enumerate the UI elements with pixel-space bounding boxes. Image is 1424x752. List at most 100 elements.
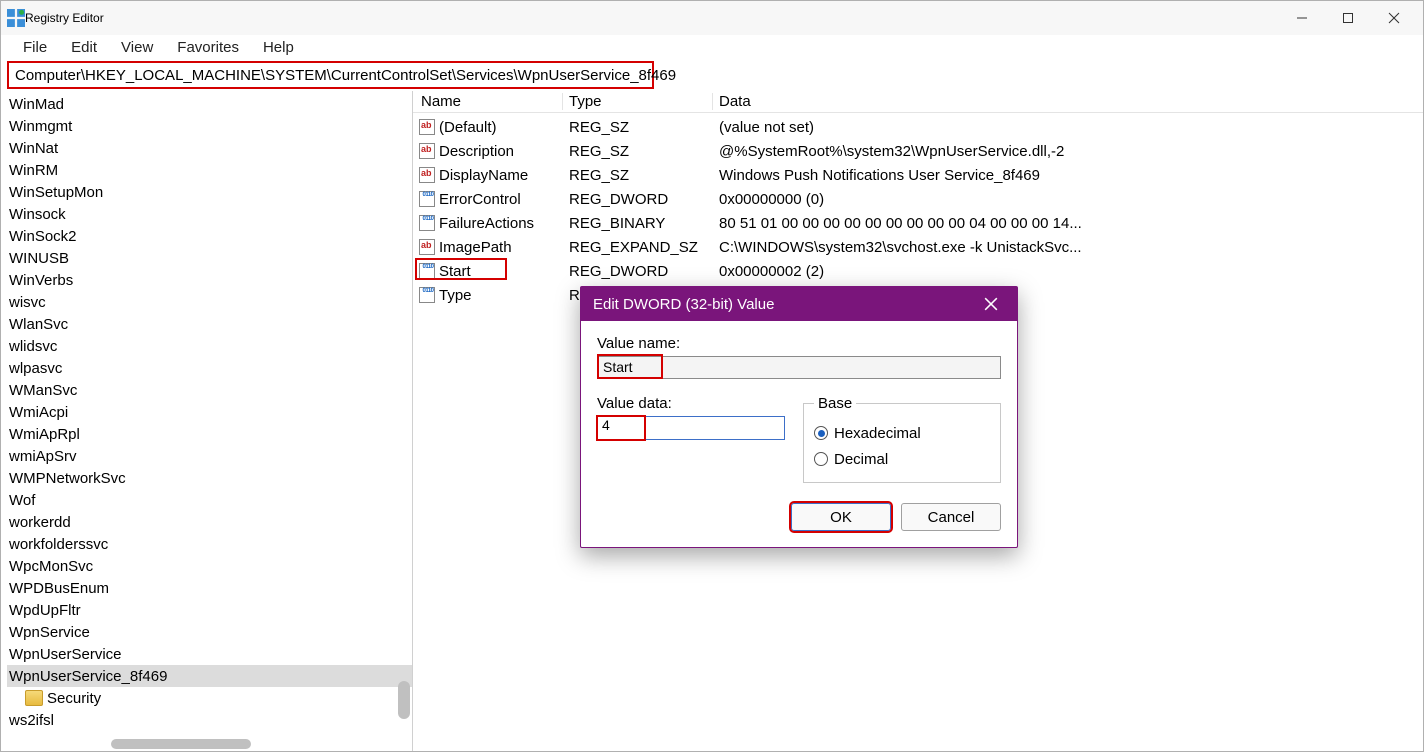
window-controls xyxy=(1279,2,1417,34)
value-name-field[interactable]: Start xyxy=(597,356,1001,379)
tree-item[interactable]: WpnUserService xyxy=(7,643,412,665)
dword-value-icon xyxy=(417,190,437,208)
minimize-button[interactable] xyxy=(1279,2,1325,34)
string-value-icon xyxy=(417,142,437,160)
tree-item[interactable]: wlidsvc xyxy=(7,335,412,357)
list-row[interactable]: ErrorControlREG_DWORD0x00000000 (0) xyxy=(413,187,1423,211)
tree-item[interactable]: WpdUpFltr xyxy=(7,599,412,621)
tree-item[interactable]: WpcMonSvc xyxy=(7,555,412,577)
row-name: ImagePath xyxy=(439,239,563,256)
row-data: @%SystemRoot%\system32\WpnUserService.dl… xyxy=(713,143,1423,160)
tree-item[interactable]: WMPNetworkSvc xyxy=(7,467,412,489)
list-row[interactable]: DescriptionREG_SZ@%SystemRoot%\system32\… xyxy=(413,139,1423,163)
menu-help[interactable]: Help xyxy=(251,37,306,58)
list-row[interactable]: FailureActionsREG_BINARY80 51 01 00 00 0… xyxy=(413,211,1423,235)
string-value-icon xyxy=(417,166,437,184)
radio-dec-row[interactable]: Decimal xyxy=(814,446,990,472)
list-row[interactable]: StartREG_DWORD0x00000002 (2) xyxy=(413,259,1423,283)
base-group: Base Hexadecimal Decimal xyxy=(803,395,1001,483)
tree-horizontal-scrollbar[interactable] xyxy=(111,739,251,749)
tree-item[interactable]: wisvc xyxy=(7,291,412,313)
address-bar[interactable]: Computer\HKEY_LOCAL_MACHINE\SYSTEM\Curre… xyxy=(7,61,654,89)
radio-dec-label: Decimal xyxy=(834,451,888,468)
row-type: REG_BINARY xyxy=(563,215,713,232)
string-value-icon xyxy=(417,238,437,256)
tree-item[interactable]: WManSvc xyxy=(7,379,412,401)
list-row[interactable]: (Default)REG_SZ(value not set) xyxy=(413,115,1423,139)
dialog-close-button[interactable] xyxy=(977,290,1005,318)
menubar: File Edit View Favorites Help xyxy=(1,35,1423,59)
tree-item[interactable]: WlanSvc xyxy=(7,313,412,335)
tree-item[interactable]: Winmgmt xyxy=(7,115,412,137)
tree-item[interactable]: WpnUserService_8f469 xyxy=(7,665,412,687)
dword-value-icon xyxy=(417,214,437,232)
dialog-titlebar: Edit DWORD (32-bit) Value xyxy=(581,287,1017,321)
value-name-label: Value name: xyxy=(597,335,1001,352)
row-type: REG_SZ xyxy=(563,119,713,136)
tree-item[interactable]: workfolderssvc xyxy=(7,533,412,555)
tree-item[interactable]: Wof xyxy=(7,489,412,511)
list-row[interactable]: ImagePathREG_EXPAND_SZC:\WINDOWS\system3… xyxy=(413,235,1423,259)
value-data-label: Value data: xyxy=(597,395,787,412)
dword-value-icon xyxy=(417,286,437,304)
tree-pane[interactable]: WinMadWinmgmtWinNatWinRMWinSetupMonWinso… xyxy=(1,91,413,751)
edit-dword-dialog: Edit DWORD (32-bit) Value Value name: St… xyxy=(580,286,1018,548)
tree-item[interactable]: WinSetupMon xyxy=(7,181,412,203)
base-legend: Base xyxy=(814,395,856,412)
row-type: REG_EXPAND_SZ xyxy=(563,239,713,256)
value-data-field[interactable]: 4 xyxy=(597,416,785,440)
list-header: Name Type Data xyxy=(413,91,1423,113)
tree-item[interactable]: ws2ifsl xyxy=(7,709,412,731)
row-data: (value not set) xyxy=(713,119,1423,136)
row-data: C:\WINDOWS\system32\svchost.exe -k Unist… xyxy=(713,239,1423,256)
list-row[interactable]: DisplayNameREG_SZWindows Push Notificati… xyxy=(413,163,1423,187)
tree-item[interactable]: wmiApSrv xyxy=(7,445,412,467)
titlebar: Registry Editor xyxy=(1,1,1423,35)
maximize-button[interactable] xyxy=(1325,2,1371,34)
tree-item[interactable]: WINUSB xyxy=(7,247,412,269)
row-data: 0x00000002 (2) xyxy=(713,263,1423,280)
tree-item[interactable]: WinRM xyxy=(7,159,412,181)
tree-item[interactable]: Winsock xyxy=(7,203,412,225)
tree-item[interactable]: WinMad xyxy=(7,93,412,115)
row-name: DisplayName xyxy=(439,167,563,184)
tree-item[interactable]: wlpasvc xyxy=(7,357,412,379)
cancel-button[interactable]: Cancel xyxy=(901,503,1001,531)
row-name: (Default) xyxy=(439,119,563,136)
tree-item[interactable]: WinNat xyxy=(7,137,412,159)
radio-hex-label: Hexadecimal xyxy=(834,425,921,442)
row-name: Start xyxy=(439,263,563,280)
tree-item[interactable]: WinSock2 xyxy=(7,225,412,247)
row-data: Windows Push Notifications User Service_… xyxy=(713,167,1423,184)
tree-item[interactable]: WmiApRpl xyxy=(7,423,412,445)
radio-hex-row[interactable]: Hexadecimal xyxy=(814,420,990,446)
row-data: 80 51 01 00 00 00 00 00 00 00 00 00 04 0… xyxy=(713,215,1423,232)
dword-value-icon xyxy=(417,262,437,280)
menu-edit[interactable]: Edit xyxy=(59,37,109,58)
row-type: REG_DWORD xyxy=(563,263,713,280)
menu-view[interactable]: View xyxy=(109,37,165,58)
tree-item[interactable]: Security xyxy=(7,687,412,709)
close-button[interactable] xyxy=(1371,2,1417,34)
regedit-icon xyxy=(7,9,25,27)
row-type: REG_SZ xyxy=(563,167,713,184)
tree-item[interactable]: workerdd xyxy=(7,511,412,533)
column-name[interactable]: Name xyxy=(413,93,563,110)
column-data[interactable]: Data xyxy=(713,93,1423,110)
tree-item[interactable]: WpnService xyxy=(7,621,412,643)
tree-vertical-scrollbar[interactable] xyxy=(398,681,410,719)
radio-dec[interactable] xyxy=(814,452,828,466)
tree-item[interactable]: WmiAcpi xyxy=(7,401,412,423)
menu-favorites[interactable]: Favorites xyxy=(165,37,251,58)
row-name: FailureActions xyxy=(439,215,563,232)
row-name: ErrorControl xyxy=(439,191,563,208)
tree-item[interactable]: WinVerbs xyxy=(7,269,412,291)
ok-button[interactable]: OK xyxy=(791,503,891,531)
column-type[interactable]: Type xyxy=(563,93,713,110)
string-value-icon xyxy=(417,118,437,136)
dialog-title-text: Edit DWORD (32-bit) Value xyxy=(593,296,774,313)
menu-file[interactable]: File xyxy=(11,37,59,58)
tree-item[interactable]: WPDBusEnum xyxy=(7,577,412,599)
window-title: Registry Editor xyxy=(25,11,104,25)
radio-hex[interactable] xyxy=(814,426,828,440)
